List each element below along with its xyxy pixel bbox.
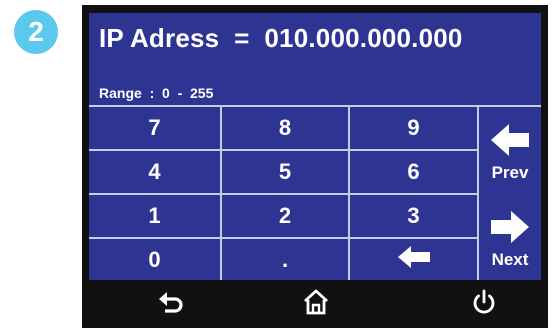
ip-address-title: IP Adress = 010.000.000.000	[99, 23, 463, 53]
key-9[interactable]: 9	[350, 107, 479, 151]
key-4[interactable]: 4	[89, 151, 222, 195]
key-2[interactable]: 2	[222, 195, 350, 239]
power-button[interactable]	[466, 288, 502, 320]
bottom-bar	[82, 280, 548, 328]
prev-arrow-icon	[491, 123, 529, 161]
range-label: Range : 0 - 255	[99, 85, 214, 101]
home-icon	[302, 289, 330, 320]
next-button[interactable]: Next	[479, 201, 541, 280]
next-label: Next	[491, 250, 529, 269]
key-6[interactable]: 6	[350, 151, 479, 195]
power-icon	[471, 289, 497, 320]
keypad: 7 8 9 4 5 6 1 2 3 0 . Prev Next	[89, 105, 541, 282]
back-button[interactable]	[154, 288, 190, 320]
key-1[interactable]: 1	[89, 195, 222, 239]
key-dot[interactable]: .	[222, 239, 350, 280]
screen: IP Adress = 010.000.000.000 Range : 0 - …	[89, 13, 541, 280]
home-button[interactable]	[298, 288, 334, 320]
left-arrow-icon	[397, 245, 430, 274]
key-8[interactable]: 8	[222, 107, 350, 151]
step-number-badge: 2	[14, 10, 58, 54]
key-3[interactable]: 3	[350, 195, 479, 239]
prev-button[interactable]: Prev	[479, 111, 541, 195]
key-7[interactable]: 7	[89, 107, 222, 151]
prev-label: Prev	[491, 162, 529, 182]
device-bezel: IP Adress = 010.000.000.000 Range : 0 - …	[82, 5, 548, 328]
next-arrow-icon	[491, 211, 529, 248]
back-icon	[159, 290, 185, 319]
key-0[interactable]: 0	[89, 239, 222, 280]
key-5[interactable]: 5	[222, 151, 350, 195]
backspace-key[interactable]	[350, 239, 479, 280]
